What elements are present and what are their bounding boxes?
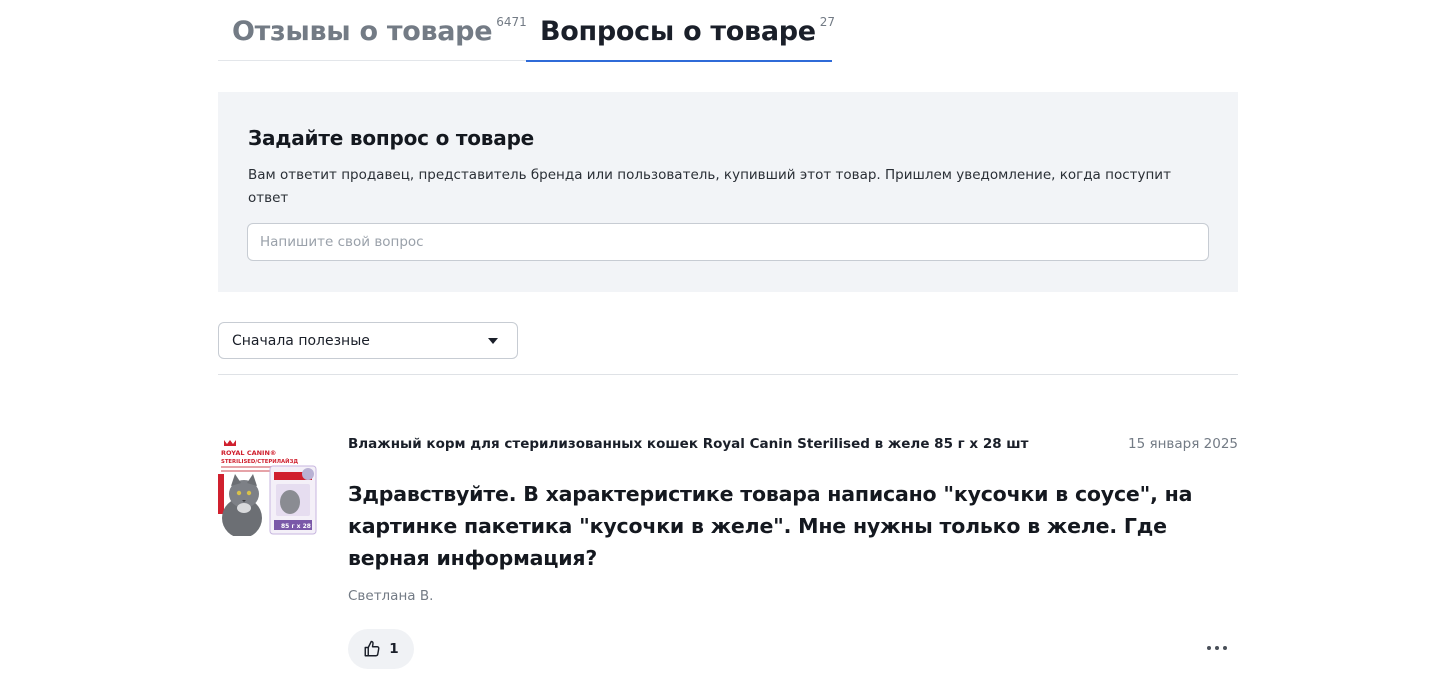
tab-questions-count: 27 [819,15,836,29]
question-text: Здравствуйте. В характеристике товара на… [348,482,1193,570]
more-options-button[interactable] [1200,636,1234,660]
ask-question-title: Задайте вопрос о товаре [248,126,535,150]
sort-select-value: Сначала полезные [232,332,370,349]
like-button[interactable]: 1 [348,629,414,669]
more-dots-icon [1215,646,1219,650]
ask-question-description: Вам ответит продавец, представитель брен… [248,167,1171,206]
product-tabs: Отзывы о товаре 6471 Вопросы о товаре 27 [218,0,1238,62]
thumb-brand: ROYAL CANIN® [221,449,276,457]
question-input[interactable] [247,223,1209,261]
tab-questions-label: Вопросы о товаре [540,16,816,47]
sort-select[interactable]: Сначала полезные [218,322,518,359]
tab-reviews-count: 6471 [496,15,527,29]
more-dots-icon [1207,646,1211,650]
chevron-down-icon [488,337,498,344]
questions-page: Отзывы о товаре 6471 Вопросы о товаре 27 З… [0,0,1440,688]
ask-question-panel: Задайте вопрос о товаре Вам ответит прод… [218,92,1238,292]
thumb-line: STERILISED/СТЕРИЛАЙЗД [221,457,298,465]
section-divider [218,374,1238,375]
question-author: Светлана В. [348,588,434,604]
more-dots-icon [1223,646,1227,650]
question-date: 15 января 2025 [1128,436,1238,452]
thumb-pack: 85 г х 28 [281,523,311,530]
product-thumbnail[interactable]: ROYAL CANIN® STERILISED/СТЕРИЛАЙЗД 85 г … [218,436,320,536]
tab-reviews-label: Отзывы о товаре [232,16,493,47]
tab-questions[interactable]: Вопросы о товаре 27 [526,15,836,62]
tab-reviews[interactable]: Отзывы о товаре 6471 [232,15,527,62]
thumbs-up-icon [363,640,381,658]
like-count: 1 [389,641,399,657]
question-product-name[interactable]: Влажный корм для стерилизованных кошек R… [348,436,1028,452]
